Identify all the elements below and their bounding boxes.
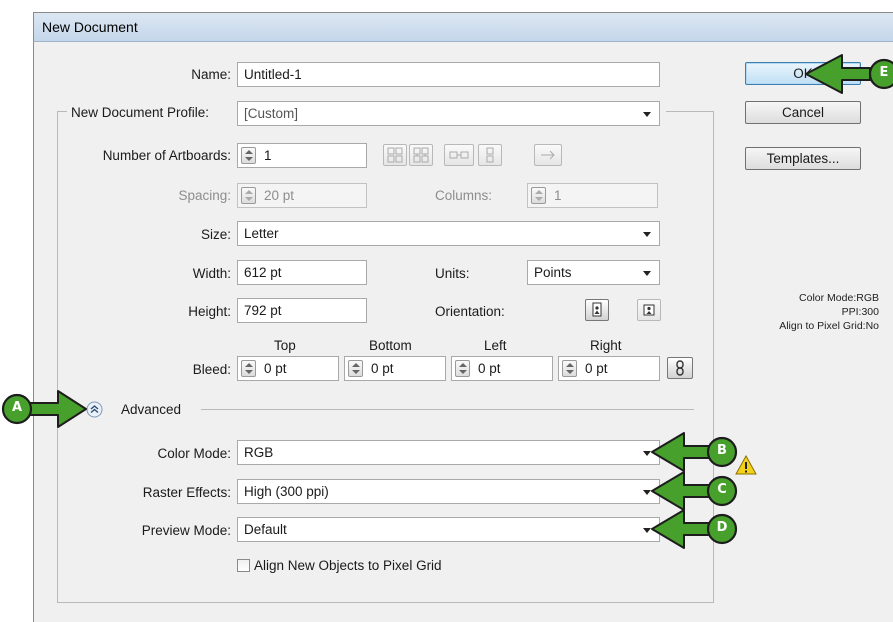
profile-label: New Document Profile: xyxy=(69,105,212,120)
columns-label: Columns: xyxy=(435,188,493,203)
advanced-divider xyxy=(201,409,694,410)
profile-groupbox-top-right xyxy=(666,111,714,112)
profile-groupbox-left xyxy=(57,111,58,603)
size-value: Letter xyxy=(244,226,279,241)
right-to-left-icon[interactable] xyxy=(534,144,562,166)
color-mode-label: Color Mode: xyxy=(157,446,231,461)
width-input[interactable]: 612 pt xyxy=(237,260,367,285)
stepper-arrows-icon[interactable] xyxy=(241,360,256,377)
document-summary: Color Mode:RGB PPI:300 Align to Pixel Gr… xyxy=(715,291,879,333)
columns-stepper[interactable]: 1 xyxy=(527,183,658,208)
bleed-right-label: Right xyxy=(590,338,622,353)
summary-align: Align to Pixel Grid:No xyxy=(779,320,879,332)
chain-link-icon[interactable] xyxy=(667,357,693,379)
artboards-label: Number of Artboards: xyxy=(102,148,231,163)
callout-a-letter: A xyxy=(11,400,23,415)
grid-by-row-icon[interactable] xyxy=(383,144,407,166)
stepper-arrows-icon[interactable] xyxy=(455,360,470,377)
color-mode-select[interactable]: RGB xyxy=(237,440,660,465)
portrait-icon[interactable] xyxy=(585,299,609,321)
chevron-down-icon xyxy=(643,232,651,237)
cancel-button[interactable]: Cancel xyxy=(745,101,861,124)
bleed-left-value: 0 pt xyxy=(478,361,501,376)
arrange-by-row-icon[interactable] xyxy=(444,144,474,166)
width-label: Width: xyxy=(192,266,231,281)
stepper-arrows-icon[interactable] xyxy=(241,187,256,204)
artboards-stepper[interactable]: 1 xyxy=(237,143,367,168)
name-label: Name: xyxy=(191,67,231,82)
bleed-left-stepper[interactable]: 0 pt xyxy=(451,356,553,381)
height-label: Height: xyxy=(188,304,231,319)
pixel-grid-checkbox[interactable] xyxy=(237,559,250,572)
orientation-label: Orientation: xyxy=(435,304,505,319)
columns-value: 1 xyxy=(554,188,562,203)
grid-by-column-icon[interactable] xyxy=(409,144,433,166)
stepper-arrows-icon[interactable] xyxy=(531,187,546,204)
bleed-top-stepper[interactable]: 0 pt xyxy=(237,356,339,381)
bleed-top-label: Top xyxy=(274,338,296,353)
summary-color-mode: Color Mode:RGB xyxy=(799,292,879,304)
arrange-by-column-icon[interactable] xyxy=(478,144,502,166)
pixel-grid-label[interactable]: Align New Objects to Pixel Grid xyxy=(254,558,442,573)
preview-mode-select[interactable]: Default xyxy=(237,517,660,542)
raster-effects-value: High (300 ppi) xyxy=(244,484,329,499)
summary-ppi: PPI:300 xyxy=(841,306,879,318)
callout-c-letter: C xyxy=(717,482,727,497)
preview-mode-label: Preview Mode: xyxy=(141,523,231,538)
profile-groupbox-top-left xyxy=(57,111,67,112)
profile-value: [Custom] xyxy=(244,106,299,121)
stepper-arrows-icon[interactable] xyxy=(562,360,577,377)
units-select[interactable]: Points xyxy=(527,260,660,285)
callout-d: D xyxy=(648,504,740,554)
preview-mode-value: Default xyxy=(244,522,287,537)
profile-groupbox-bottom xyxy=(57,602,714,603)
callout-b-letter: B xyxy=(717,443,727,458)
units-value: Points xyxy=(534,265,572,280)
spacing-value: 20 pt xyxy=(264,188,295,203)
bleed-bottom-label: Bottom xyxy=(369,338,412,353)
stepper-arrows-icon[interactable] xyxy=(348,360,363,377)
dialog-titlebar[interactable]: New Document xyxy=(33,12,893,42)
size-select[interactable]: Letter xyxy=(237,221,660,246)
bleed-label: Bleed: xyxy=(192,362,231,377)
chevron-down-icon xyxy=(643,271,651,276)
bleed-bottom-stepper[interactable]: 0 pt xyxy=(344,356,446,381)
raster-effects-label: Raster Effects: xyxy=(142,485,231,500)
callout-e: E xyxy=(800,49,893,99)
callout-d-letter: D xyxy=(716,520,728,535)
dialog-title: New Document xyxy=(42,19,138,35)
callout-e-letter: E xyxy=(879,65,889,80)
bleed-bottom-value: 0 pt xyxy=(371,361,394,376)
callout-a: A xyxy=(0,385,100,433)
size-label: Size: xyxy=(200,227,231,242)
chevron-down-icon xyxy=(643,112,651,117)
name-input[interactable]: Untitled-1 xyxy=(237,62,660,87)
bleed-left-label: Left xyxy=(484,338,507,353)
templates-button[interactable]: Templates... xyxy=(745,147,861,170)
profile-select[interactable]: [Custom] xyxy=(237,101,660,126)
bleed-right-value: 0 pt xyxy=(585,361,608,376)
advanced-label: Advanced xyxy=(121,402,182,417)
raster-effects-select[interactable]: High (300 ppi) xyxy=(237,479,660,504)
artboards-value: 1 xyxy=(264,148,272,163)
stepper-arrows-icon[interactable] xyxy=(241,147,256,164)
units-label: Units: xyxy=(435,266,470,281)
spacing-label: Spacing: xyxy=(178,188,231,203)
spacing-stepper[interactable]: 20 pt xyxy=(237,183,367,208)
height-input[interactable]: 792 pt xyxy=(237,298,367,323)
bleed-right-stepper[interactable]: 0 pt xyxy=(558,356,660,381)
bleed-top-value: 0 pt xyxy=(264,361,287,376)
landscape-icon[interactable] xyxy=(637,299,661,321)
color-mode-value: RGB xyxy=(244,445,274,460)
